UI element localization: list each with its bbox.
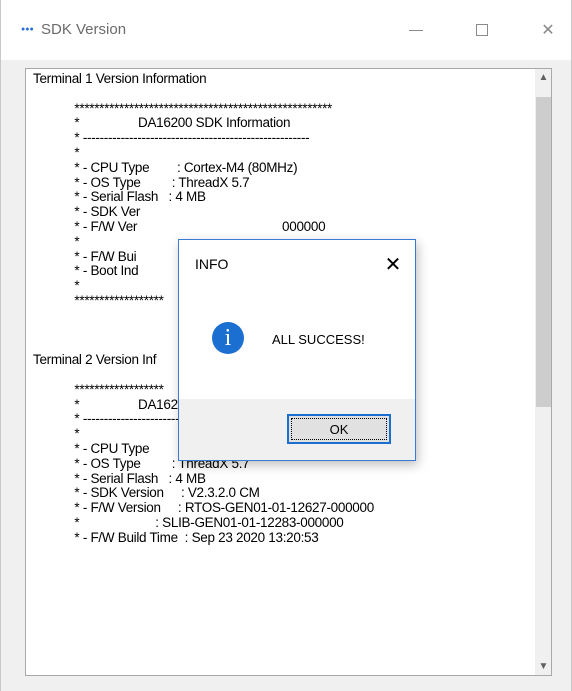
dialog-title: INFO [195,256,229,272]
window-title: SDK Version [41,21,127,38]
info-dialog: INFO ✕ i ALL SUCCESS! OK [178,239,416,461]
text-line: * - F/W Version : RTOS-GEN01-01-12627-00… [33,500,374,516]
text-line: * DA16200 SDK Information [33,115,291,131]
text-line: * - SDK Version : V2.3.2.0 CM [33,485,260,501]
text-line: Terminal 1 Version Information [33,71,207,86]
text-line: * --------------------------------------… [33,130,310,146]
text-line: * [33,144,80,160]
text-line: * - SDK Ver [33,204,141,220]
maximize-icon [476,24,488,36]
text-line: * - F/W Ver 000000 [33,218,326,234]
scroll-down-icon[interactable]: ▼ [535,658,551,675]
app-icon: ●●● [21,26,34,33]
dialog-close-button[interactable]: ✕ [377,248,409,280]
text-line: ****************************************… [33,100,332,116]
minimize-button[interactable] [393,14,439,46]
scrollbar-thumb[interactable] [536,97,551,407]
text-line: * - F/W Build Time : Sep 23 2020 13:20:5… [33,529,319,545]
scroll-up-icon[interactable]: ▲ [535,69,551,86]
dialog-message: ALL SUCCESS! [272,332,365,347]
close-icon: ✕ [384,253,402,276]
text-line: * : SLIB-GEN01-01-12283-000000 [33,514,344,530]
ok-button[interactable]: OK [287,414,391,444]
dialog-footer: OK [179,399,415,460]
close-icon: ✕ [541,22,555,39]
text-line: * - Serial Flash : 4 MB [33,189,206,205]
text-line [33,87,533,102]
title-bar: ●●● SDK Version ✕ [1,0,571,60]
text-line: * - OS Type : ThreadX 5.7 [33,174,250,190]
maximize-button[interactable] [459,14,505,46]
text-line: * - Serial Flash : 4 MB [33,470,206,486]
focus-rect [291,418,387,440]
text-line: * - CPU Type : Cortex-M4 (80MHz) [33,159,298,175]
sdk-version-window: ●●● SDK Version ✕ Terminal 1 Version Inf… [0,0,572,691]
minimize-icon [409,29,423,31]
vertical-scrollbar[interactable]: ▲ ▼ [535,69,551,675]
close-button[interactable]: ✕ [525,14,571,46]
info-icon: i [212,322,244,354]
